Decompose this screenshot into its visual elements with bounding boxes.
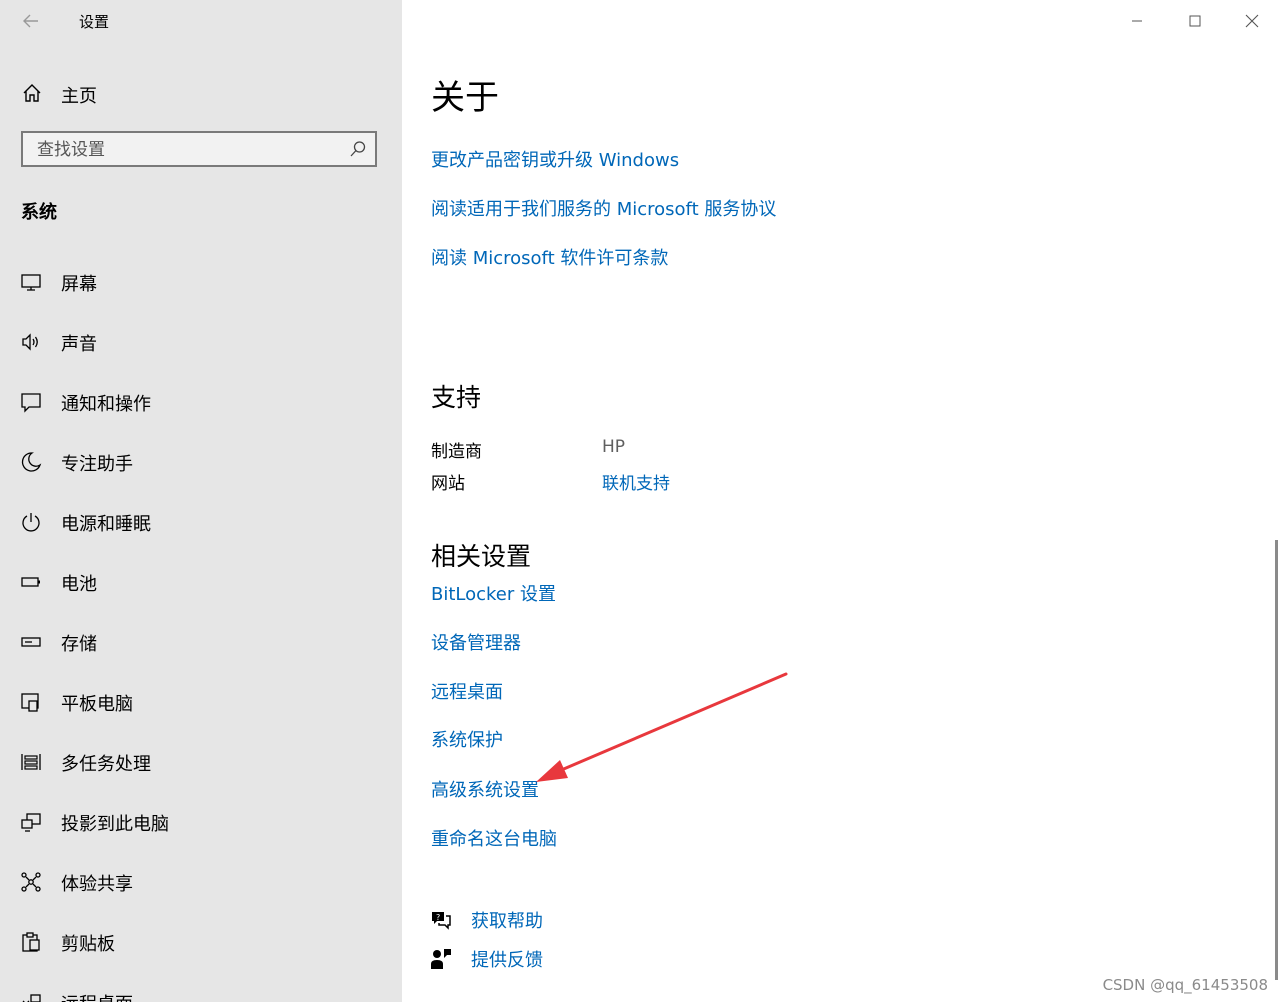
close-icon <box>1245 14 1259 28</box>
display-icon <box>21 274 41 291</box>
maximize-icon <box>1189 15 1201 27</box>
search-input[interactable] <box>23 133 359 167</box>
sidebar-item-home[interactable]: 主页 <box>0 72 402 114</box>
minimize-icon <box>1132 20 1142 22</box>
minimize-button[interactable] <box>1126 10 1148 32</box>
rename-pc-link[interactable]: 重命名这台电脑 <box>431 825 557 851</box>
change-product-key-link[interactable]: 更改产品密钥或升级 Windows <box>431 146 679 172</box>
website-label: 网站 <box>431 474 465 494</box>
home-icon <box>23 84 41 102</box>
sidebar-item-sound[interactable]: 声音 <box>0 312 402 372</box>
sidebar-item-label: 专注助手 <box>61 454 133 475</box>
license-terms-link[interactable]: 阅读 Microsoft 软件许可条款 <box>431 244 668 270</box>
sidebar-item-label: 电源和睡眠 <box>61 514 151 535</box>
sidebar-item-remote-desktop[interactable]: 远程桌面 <box>0 972 402 1002</box>
get-help-row[interactable]: ? 获取帮助 <box>429 905 729 935</box>
manufacturer-label: 制造商 <box>431 442 482 462</box>
storage-icon <box>21 637 41 647</box>
sidebar-item-label: 体验共享 <box>61 874 133 895</box>
sidebar-item-notifications[interactable]: 通知和操作 <box>0 372 402 432</box>
project-icon <box>21 813 41 832</box>
sidebar-item-power[interactable]: 电源和睡眠 <box>0 492 402 552</box>
svg-text:?: ? <box>436 913 440 922</box>
sidebar-item-project[interactable]: 投影到此电脑 <box>0 792 402 852</box>
sidebar-item-focus-assist[interactable]: 专注助手 <box>0 432 402 492</box>
battery-icon <box>21 577 40 587</box>
help-chat-icon: ? <box>432 912 451 930</box>
feedback-link[interactable]: 提供反馈 <box>471 946 543 972</box>
system-protection-link[interactable]: 系统保护 <box>431 726 503 752</box>
tablet-icon <box>21 693 39 712</box>
sidebar-item-display[interactable]: 屏幕 <box>0 252 402 312</box>
back-arrow-icon <box>23 14 38 28</box>
moon-icon <box>21 452 42 472</box>
sidebar-item-label: 存储 <box>61 634 97 655</box>
clipboard-icon <box>22 932 40 952</box>
sidebar-item-label: 多任务处理 <box>61 754 151 775</box>
sidebar-item-battery[interactable]: 电池 <box>0 552 402 612</box>
sidebar-nav: 屏幕 声音 通知和操作 专注助手 电源和睡眠 电池 存储 平板电脑 多任务处理 … <box>0 252 402 1002</box>
window-controls <box>1102 0 1282 42</box>
sidebar-item-multitasking[interactable]: 多任务处理 <box>0 732 402 792</box>
sidebar-item-shared-experiences[interactable]: 体验共享 <box>0 852 402 912</box>
sidebar-item-label: 通知和操作 <box>61 394 151 415</box>
power-icon <box>22 513 40 532</box>
sidebar-item-label: 剪贴板 <box>61 934 115 955</box>
advanced-system-settings-link[interactable]: 高级系统设置 <box>431 776 539 802</box>
section-title: 系统 <box>21 202 57 223</box>
sidebar-item-label: 远程桌面 <box>61 990 133 1002</box>
sidebar-item-label: 主页 <box>61 86 97 107</box>
search-icon[interactable] <box>349 140 367 158</box>
share-icon <box>21 872 41 892</box>
sidebar-item-label: 平板电脑 <box>61 694 133 715</box>
back-button[interactable] <box>18 8 44 34</box>
support-heading: 支持 <box>431 383 482 412</box>
speaker-icon <box>22 333 38 351</box>
bitlocker-settings-link[interactable]: BitLocker 设置 <box>431 580 556 606</box>
get-help-link[interactable]: 获取帮助 <box>471 907 543 933</box>
sidebar-item-label: 投影到此电脑 <box>61 814 169 835</box>
sidebar-item-clipboard[interactable]: 剪贴板 <box>0 912 402 972</box>
page-title: 关于 <box>431 78 499 118</box>
watermark: CSDN @qq_61453508 <box>1102 976 1268 994</box>
sidebar-item-label: 电池 <box>61 574 97 595</box>
scrollbar[interactable] <box>1275 540 1278 980</box>
related-settings-heading: 相关设置 <box>431 542 532 571</box>
remote-desktop-icon <box>22 994 41 1002</box>
close-button[interactable] <box>1241 10 1263 32</box>
title-bar: 设置 <box>0 0 402 42</box>
sidebar-item-label: 屏幕 <box>61 274 97 295</box>
device-manager-link[interactable]: 设备管理器 <box>431 629 521 655</box>
app-title: 设置 <box>79 13 110 31</box>
online-support-link[interactable]: 联机支持 <box>602 469 670 494</box>
remote-desktop-link[interactable]: 远程桌面 <box>431 678 503 704</box>
manufacturer-value: HP <box>602 437 626 457</box>
service-agreement-link[interactable]: 阅读适用于我们服务的 Microsoft 服务协议 <box>431 195 776 221</box>
maximize-button[interactable] <box>1184 10 1206 32</box>
sidebar-item-storage[interactable]: 存储 <box>0 612 402 672</box>
feedback-icon <box>431 949 451 969</box>
sidebar-item-tablet[interactable]: 平板电脑 <box>0 672 402 732</box>
notification-icon <box>21 393 41 413</box>
main-content: 关于 更改产品密钥或升级 Windows 阅读适用于我们服务的 Microsof… <box>402 0 1282 1002</box>
multitask-icon <box>21 754 41 770</box>
feedback-row[interactable]: 提供反馈 <box>429 944 729 974</box>
search-box <box>21 131 377 167</box>
sidebar-item-label: 声音 <box>61 334 97 355</box>
sidebar: 设置 主页 系统 屏幕 声音 <box>0 0 402 1002</box>
